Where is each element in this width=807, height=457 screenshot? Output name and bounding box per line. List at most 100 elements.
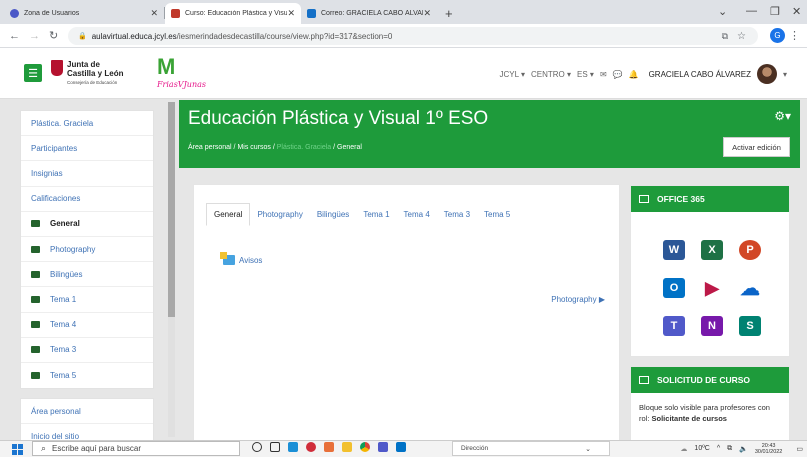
junta-logo[interactable]: Junta de Castilla y León Consejería de Ed… [51, 58, 141, 90]
school-logo-text: FriasVJunas [157, 80, 206, 89]
gear-icon[interactable]: ⚙▾ [774, 109, 791, 123]
tab-favicon-icon [10, 9, 19, 18]
network-icon[interactable]: ⧉ [727, 445, 732, 453]
powerpoint-icon[interactable]: P [732, 232, 768, 268]
tab-label: Curso: Educación Plástica y Visua [185, 10, 288, 17]
chevron-down-icon[interactable]: ⌄ [585, 445, 591, 453]
sidebar-item-tema-3[interactable]: Tema 3 [21, 338, 153, 363]
word-icon[interactable]: W [656, 232, 692, 268]
avatar[interactable] [756, 64, 777, 84]
weather-temp[interactable]: 10ºC [694, 445, 709, 452]
sidebar-item-bilingues[interactable]: Bilingües [21, 262, 153, 288]
close-icon[interactable]: ✕ [287, 8, 295, 19]
breadcrumb-my-courses[interactable]: Mis cursos [237, 144, 270, 151]
school-logo[interactable]: M FriasVJunas [157, 56, 217, 92]
task-view-icon[interactable] [270, 442, 280, 452]
sidebar-item-dashboard[interactable]: Área personal [21, 399, 153, 425]
sidebar-item-general[interactable]: General [21, 212, 153, 237]
breadcrumb-course[interactable]: Plástica. Graciela [277, 144, 331, 151]
sidebar-item-badges[interactable]: Insignias [21, 161, 153, 187]
sway-icon[interactable]: S [732, 308, 768, 344]
tab-tema-3[interactable]: Tema 3 [437, 204, 477, 225]
hamburger-menu-icon[interactable]: ☰ [24, 64, 42, 82]
nav-language-menu[interactable]: ES ▾ [577, 70, 594, 79]
tab-general[interactable]: General [206, 203, 251, 226]
scrollbar-thumb[interactable] [168, 102, 175, 317]
stream-icon[interactable]: ▶ [694, 270, 730, 306]
user-menu-chevron-icon[interactable]: ▾ [783, 70, 787, 79]
sidebar-item-label: Bilingües [50, 269, 83, 279]
tab-photography[interactable]: Photography [250, 204, 309, 225]
tab-bilingues[interactable]: Bilingües [310, 204, 356, 225]
forward-icon[interactable]: → [29, 30, 40, 42]
sidebar-item-label: Tema 4 [50, 320, 77, 330]
edge-icon[interactable] [288, 442, 298, 452]
onenote-icon[interactable]: N [694, 308, 730, 344]
taskbar-apps [252, 442, 414, 452]
bookmark-star-icon[interactable]: ☆ [737, 31, 746, 42]
user-name[interactable]: GRACIELA CABO ÁLVAREZ [649, 70, 751, 79]
browser-tab[interactable]: Zona de Usuarios ✕ [4, 3, 164, 24]
onedrive-icon[interactable]: ☁ [732, 270, 768, 306]
address-toolbar[interactable]: Dirección ⌄ [452, 441, 610, 456]
tab-tema-4[interactable]: Tema 4 [397, 204, 437, 225]
teams-icon[interactable]: T [656, 308, 692, 344]
minimize-icon[interactable]: — [746, 5, 757, 17]
sidebar-item-tema-5[interactable]: Tema 5 [21, 363, 153, 388]
browser-tab-active[interactable]: Curso: Educación Plástica y Visua ✕ [165, 3, 301, 24]
tab-tema-5[interactable]: Tema 5 [477, 204, 517, 225]
breadcrumb-section[interactable]: General [337, 144, 362, 151]
browser-tab[interactable]: Correo: GRACIELA CABO ÁLVARE ✕ [301, 3, 437, 24]
tray-chevron-icon[interactable]: ^ [717, 445, 720, 452]
turn-editing-on-button[interactable]: Activar edición [723, 137, 790, 157]
sidebar-scrollbar[interactable] [168, 102, 175, 437]
browser-menu-icon[interactable]: ⋮ [789, 29, 800, 42]
clock[interactable]: 20:43 30/01/2022 [755, 443, 790, 455]
teams-taskbar-icon[interactable] [378, 442, 388, 452]
sidebar-item-participants[interactable]: Participantes [21, 136, 153, 162]
window-close-icon[interactable]: ✕ [792, 5, 801, 18]
paint-icon[interactable] [324, 442, 334, 452]
chrome-icon[interactable] [360, 442, 370, 452]
clock-date: 30/01/2022 [754, 448, 783, 455]
mail-icon[interactable]: ✉ [600, 70, 607, 79]
nav-centro-menu[interactable]: CENTRO ▾ [531, 70, 571, 79]
volume-icon[interactable]: 🔈 [739, 445, 748, 453]
new-tab-icon[interactable]: + [445, 6, 453, 21]
sidebar-item-photography[interactable]: Photography [21, 237, 153, 263]
notifications-icon[interactable]: 🔔 [629, 70, 639, 79]
back-icon[interactable]: ← [9, 30, 20, 42]
reload-icon[interactable]: ↻ [49, 29, 58, 42]
breadcrumb-dashboard[interactable]: Área personal [188, 144, 232, 151]
sidebar-item-tema-1[interactable]: Tema 1 [21, 287, 153, 313]
folder-icon[interactable] [342, 442, 352, 452]
avisos-forum-link[interactable]: Avisos [220, 252, 262, 265]
excel-icon[interactable]: X [694, 232, 730, 268]
course-header: Educación Plástica y Visual 1º ESO Área … [179, 100, 800, 168]
browser-profile-icon[interactable]: G [770, 28, 785, 43]
outlook-taskbar-icon[interactable] [396, 442, 406, 452]
sidebar-item-tema-4[interactable]: Tema 4 [21, 313, 153, 338]
share-icon[interactable]: ⧉ [722, 31, 728, 42]
coat-of-arms-icon [51, 60, 63, 76]
windows-start-icon[interactable] [12, 443, 23, 455]
close-icon[interactable]: ✕ [423, 8, 431, 19]
close-icon[interactable]: ✕ [150, 8, 158, 19]
next-section-link[interactable]: Photography ▶ [551, 295, 605, 304]
cortana-icon[interactable] [252, 442, 262, 452]
sidebar-item-course[interactable]: Plástica. Graciela [21, 111, 153, 137]
sidebar-item-grades[interactable]: Calificaciones [21, 187, 153, 212]
tab-tema-1[interactable]: Tema 1 [356, 204, 396, 225]
url-field[interactable]: 🔒 aulavirtual.educa.jcyl.es /iesmerindad… [68, 27, 758, 45]
nav-jcyl-menu[interactable]: JCYL ▾ [499, 70, 525, 79]
record-icon[interactable] [306, 442, 316, 452]
maximize-icon[interactable]: ❐ [770, 5, 780, 18]
taskbar-search[interactable]: ⌕ Escribe aquí para buscar [32, 441, 240, 456]
clock-time: 20:43 [761, 442, 776, 449]
notification-center-icon[interactable]: ▭ [796, 445, 803, 453]
tab-search-icon[interactable]: ⌄ [718, 5, 727, 18]
sidebar-item-label: Photography [50, 244, 96, 254]
weather-icon[interactable]: ☁ [680, 445, 687, 453]
outlook-icon[interactable]: O [656, 270, 692, 306]
messages-icon[interactable]: 💬 [613, 70, 623, 79]
